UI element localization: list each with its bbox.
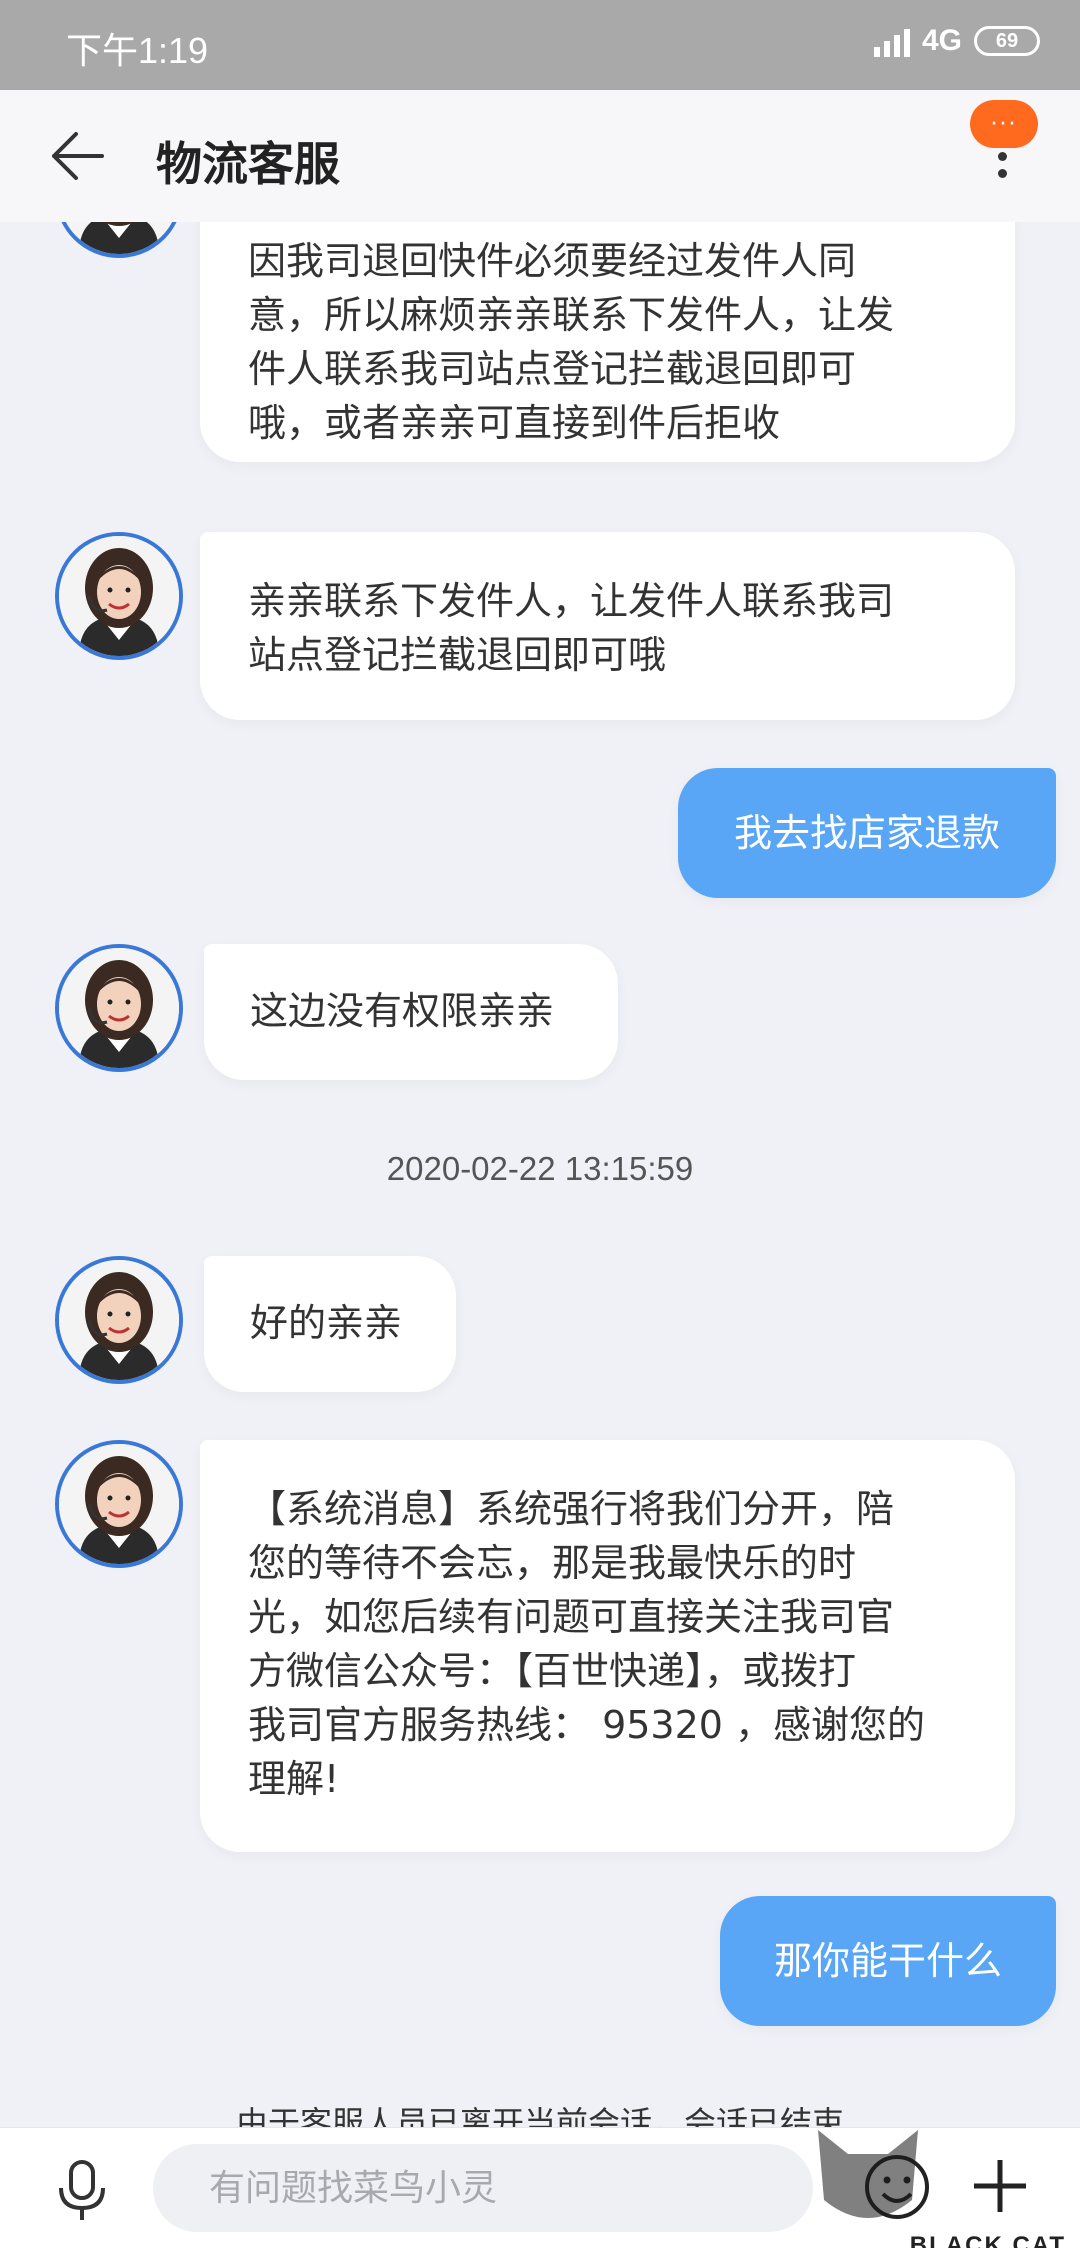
- message-line: 那你能干什么: [773, 1939, 1002, 1983]
- message-line: 我去找店家退款: [733, 811, 1000, 855]
- smiley-icon: [865, 2155, 929, 2219]
- message-line: 光，如您后续有问题可直接关注我司官: [248, 1595, 895, 1639]
- battery-icon: 69: [974, 26, 1040, 56]
- agent-avatar[interactable]: [55, 944, 183, 1072]
- system-message-bubble: 【系统消息】系统强行将我们分开，陪 您的等待不会忘，那是我最快乐的时 光，如您后…: [200, 1440, 1015, 1852]
- message-line: 方微信公众号：【百世快递】，或拨打: [248, 1649, 857, 1693]
- message-timestamp: 2020-02-22 13:15:59: [386, 1150, 694, 1187]
- message-line: 站点登记拦截退回即可哦: [248, 633, 667, 677]
- message-line: 意，所以麻烦亲亲联系下发件人，让发: [248, 293, 895, 337]
- agent-avatar[interactable]: [55, 532, 183, 660]
- back-button[interactable]: [50, 130, 106, 182]
- message-input[interactable]: [153, 2144, 813, 2232]
- message-bubble-user: 我去找店家退款: [678, 768, 1056, 898]
- more-actions-button[interactable]: [968, 2154, 1032, 2218]
- agent-avatar[interactable]: [55, 1440, 183, 1568]
- signal-icon: [873, 25, 910, 57]
- message-line: 您的等待不会忘，那是我最快乐的时: [248, 1541, 857, 1585]
- voice-button[interactable]: [54, 2160, 110, 2222]
- status-time: 下午1:19: [66, 30, 209, 71]
- more-vertical-icon: [998, 152, 1008, 186]
- message-bubble-agent: 因我司退回快件必须要经过发件人同 意，所以麻烦亲亲联系下发件人，让发 件人联系我…: [200, 222, 1015, 462]
- message-bubble-user: 那你能干什么: [720, 1896, 1056, 2026]
- agent-avatar[interactable]: [55, 222, 183, 258]
- message-line: 哦，或者亲亲可直接到件后拒收: [248, 401, 781, 445]
- session-ended-note: 由于客服人员已离开当前会话，会话已结束: [235, 2104, 844, 2127]
- agent-avatar[interactable]: [55, 1256, 183, 1384]
- message-bubble-agent: 亲亲联系下发件人，让发件人联系我司 站点登记拦截退回即可哦: [200, 532, 1015, 720]
- page-title: 物流客服: [156, 137, 340, 191]
- app-header: 物流客服 ···: [0, 90, 1080, 222]
- message-line: 【系统消息】系统强行将我们分开，陪: [248, 1487, 895, 1531]
- notification-badge: ···: [970, 100, 1038, 148]
- message-line: 好的亲亲: [250, 1301, 403, 1345]
- plus-icon: [974, 2160, 1026, 2212]
- back-arrow-icon: [52, 132, 104, 180]
- message-line: 这边没有权限亲亲: [250, 989, 555, 1033]
- message-line: 件人联系我司站点登记拦截退回即可: [248, 347, 857, 391]
- input-bar: [0, 2127, 1080, 2248]
- more-menu-button[interactable]: ···: [970, 100, 1040, 200]
- message-line: 亲亲联系下发件人，让发件人联系我司: [248, 579, 895, 623]
- emoji-button[interactable]: [862, 2152, 932, 2222]
- message-line: 理解!: [248, 1757, 340, 1801]
- message-line: 我司官方服务热线： 95320 ，感谢您的: [248, 1703, 926, 1747]
- message-bubble-agent: 这边没有权限亲亲: [204, 944, 618, 1080]
- message-bubble-agent: 好的亲亲: [204, 1256, 456, 1392]
- network-type: 4G: [921, 24, 962, 57]
- status-icons: 4G 69: [873, 24, 1040, 58]
- status-bar: 下午1:19 4G 69: [0, 0, 1080, 90]
- microphone-icon: [59, 2160, 105, 2220]
- message-line: 因我司退回快件必须要经过发件人同: [248, 239, 857, 283]
- chat-list[interactable]: 因我司退回快件必须要经过发件人同 意，所以麻烦亲亲联系下发件人，让发 件人联系我…: [0, 222, 1080, 2127]
